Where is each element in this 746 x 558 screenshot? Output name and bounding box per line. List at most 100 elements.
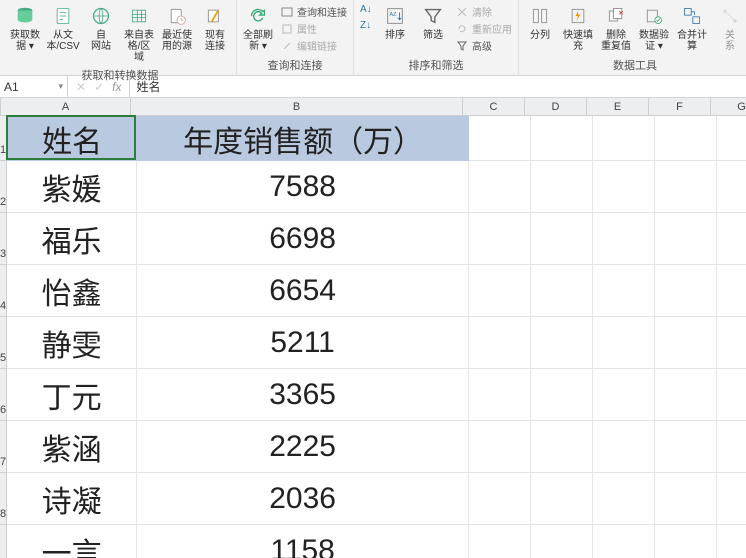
remove-duplicates-button[interactable]: 删除 重复值 xyxy=(599,2,633,54)
cell-E[interactable] xyxy=(593,473,655,525)
cell-A[interactable]: 丁元 xyxy=(7,369,137,421)
column-header-D[interactable]: D xyxy=(525,98,587,115)
flash-fill-button[interactable]: 快速填充 xyxy=(561,2,595,54)
cell-E[interactable] xyxy=(593,265,655,317)
cell-E[interactable] xyxy=(593,421,655,473)
cell-G[interactable] xyxy=(717,421,746,473)
relationships-button[interactable]: 关 系 xyxy=(713,2,746,54)
cell-A[interactable]: 福乐 xyxy=(7,213,137,265)
recent-sources-button[interactable]: 最近使 用的源 xyxy=(160,2,194,54)
cell-A[interactable]: 静雯 xyxy=(7,317,137,369)
row-header-1[interactable]: 1 xyxy=(0,116,6,161)
advanced-filter-item[interactable]: 高级 xyxy=(456,38,512,53)
column-header-E[interactable]: E xyxy=(587,98,649,115)
row-header-4[interactable]: 4 xyxy=(0,265,6,317)
cell-B[interactable]: 6654 xyxy=(137,265,469,317)
column-header-B[interactable]: B xyxy=(131,98,463,115)
name-box[interactable]: A1 ▾ xyxy=(0,76,68,97)
column-header-G[interactable]: G xyxy=(711,98,746,115)
cell-D[interactable] xyxy=(531,369,593,421)
cell-D[interactable] xyxy=(531,473,593,525)
cell-C[interactable] xyxy=(469,213,531,265)
sort-desc-button[interactable]: Z↓ xyxy=(360,20,372,32)
cell-D[interactable] xyxy=(531,525,593,558)
cell-C[interactable] xyxy=(469,317,531,369)
sort-button[interactable]: AZ 排序 xyxy=(378,2,412,43)
cell-F[interactable] xyxy=(655,369,717,421)
row-header-8[interactable]: 8 xyxy=(0,473,6,525)
cell-D[interactable] xyxy=(531,213,593,265)
consolidate-button[interactable]: 合并计算 xyxy=(675,2,709,54)
cell-C[interactable] xyxy=(469,161,531,213)
row-header-3[interactable]: 3 xyxy=(0,213,6,265)
cell-G[interactable] xyxy=(717,161,746,213)
cell-F[interactable] xyxy=(655,213,717,265)
cell-A[interactable]: 一言 xyxy=(7,525,137,558)
formula-input[interactable]: 姓名 xyxy=(130,78,746,95)
cell-F[interactable] xyxy=(655,161,717,213)
reapply-item[interactable]: 重新应用 xyxy=(456,21,512,36)
cell-G[interactable] xyxy=(717,116,746,161)
data-validation-button[interactable]: 数据验 证 ▾ xyxy=(637,2,671,54)
cell-B[interactable]: 7588 xyxy=(137,161,469,213)
cell-C[interactable] xyxy=(469,116,531,161)
cell-G[interactable] xyxy=(717,317,746,369)
cell-B[interactable]: 5211 xyxy=(137,317,469,369)
row-header-7[interactable]: 7 xyxy=(0,421,6,473)
cell-B[interactable]: 2036 xyxy=(137,473,469,525)
cell-F[interactable] xyxy=(655,265,717,317)
cell-A[interactable]: 诗凝 xyxy=(7,473,137,525)
cancel-formula-button[interactable]: ✕ xyxy=(76,80,86,94)
column-header-A[interactable]: A xyxy=(1,98,131,115)
cell-D[interactable] xyxy=(531,116,593,161)
cell-F[interactable] xyxy=(655,421,717,473)
cell-E[interactable] xyxy=(593,317,655,369)
properties-item[interactable]: 属性 xyxy=(281,21,347,36)
cell-F[interactable] xyxy=(655,525,717,558)
cell-E[interactable] xyxy=(593,369,655,421)
cell-C[interactable] xyxy=(469,421,531,473)
cell-G[interactable] xyxy=(717,525,746,558)
cell-D[interactable] xyxy=(531,265,593,317)
row-header-2[interactable]: 2 xyxy=(0,161,6,213)
from-web-button[interactable]: 自 网站 xyxy=(84,2,118,54)
edit-links-item[interactable]: 编辑链接 xyxy=(281,38,347,53)
cell-G[interactable] xyxy=(717,473,746,525)
sort-asc-button[interactable]: A↓ xyxy=(360,4,372,16)
text-to-columns-button[interactable]: 分列 xyxy=(523,2,557,43)
cell-C[interactable] xyxy=(469,473,531,525)
cell-F[interactable] xyxy=(655,473,717,525)
cell-A[interactable]: 怡鑫 xyxy=(7,265,137,317)
cell-G[interactable] xyxy=(717,213,746,265)
cell-B[interactable]: 2225 xyxy=(137,421,469,473)
accept-formula-button[interactable]: ✓ xyxy=(94,80,104,94)
cell-C[interactable] xyxy=(469,265,531,317)
cells-area[interactable]: 姓名年度销售额（万）紫媛7588福乐6698怡鑫6654静雯5211丁元3365… xyxy=(7,116,746,558)
clear-filter-item[interactable]: 清除 xyxy=(456,4,512,19)
cell-G[interactable] xyxy=(717,369,746,421)
column-header-F[interactable]: F xyxy=(649,98,711,115)
cell-F[interactable] xyxy=(655,116,717,161)
cell-D[interactable] xyxy=(531,421,593,473)
from-table-button[interactable]: 来自表 格/区域 xyxy=(122,2,156,65)
cell-D[interactable] xyxy=(531,317,593,369)
row-header-6[interactable]: 6 xyxy=(0,369,6,421)
cell-C[interactable] xyxy=(469,525,531,558)
column-header-C[interactable]: C xyxy=(463,98,525,115)
cell-A[interactable]: 紫涵 xyxy=(7,421,137,473)
row-header-x[interactable] xyxy=(0,525,6,558)
cell-B[interactable]: 3365 xyxy=(137,369,469,421)
header-cell-B[interactable]: 年度销售额（万） xyxy=(137,116,469,161)
cell-G[interactable] xyxy=(717,265,746,317)
filter-button[interactable]: 筛选 xyxy=(416,2,450,43)
cell-B[interactable]: 6698 xyxy=(137,213,469,265)
header-cell-A[interactable]: 姓名 xyxy=(7,116,137,161)
queries-connections-item[interactable]: 查询和连接 xyxy=(281,4,347,19)
cell-E[interactable] xyxy=(593,161,655,213)
cell-D[interactable] xyxy=(531,161,593,213)
cell-A[interactable]: 紫媛 xyxy=(7,161,137,213)
cell-C[interactable] xyxy=(469,369,531,421)
cell-B[interactable]: 1158 xyxy=(137,525,469,558)
cell-F[interactable] xyxy=(655,317,717,369)
fx-button[interactable]: fx xyxy=(112,80,121,94)
